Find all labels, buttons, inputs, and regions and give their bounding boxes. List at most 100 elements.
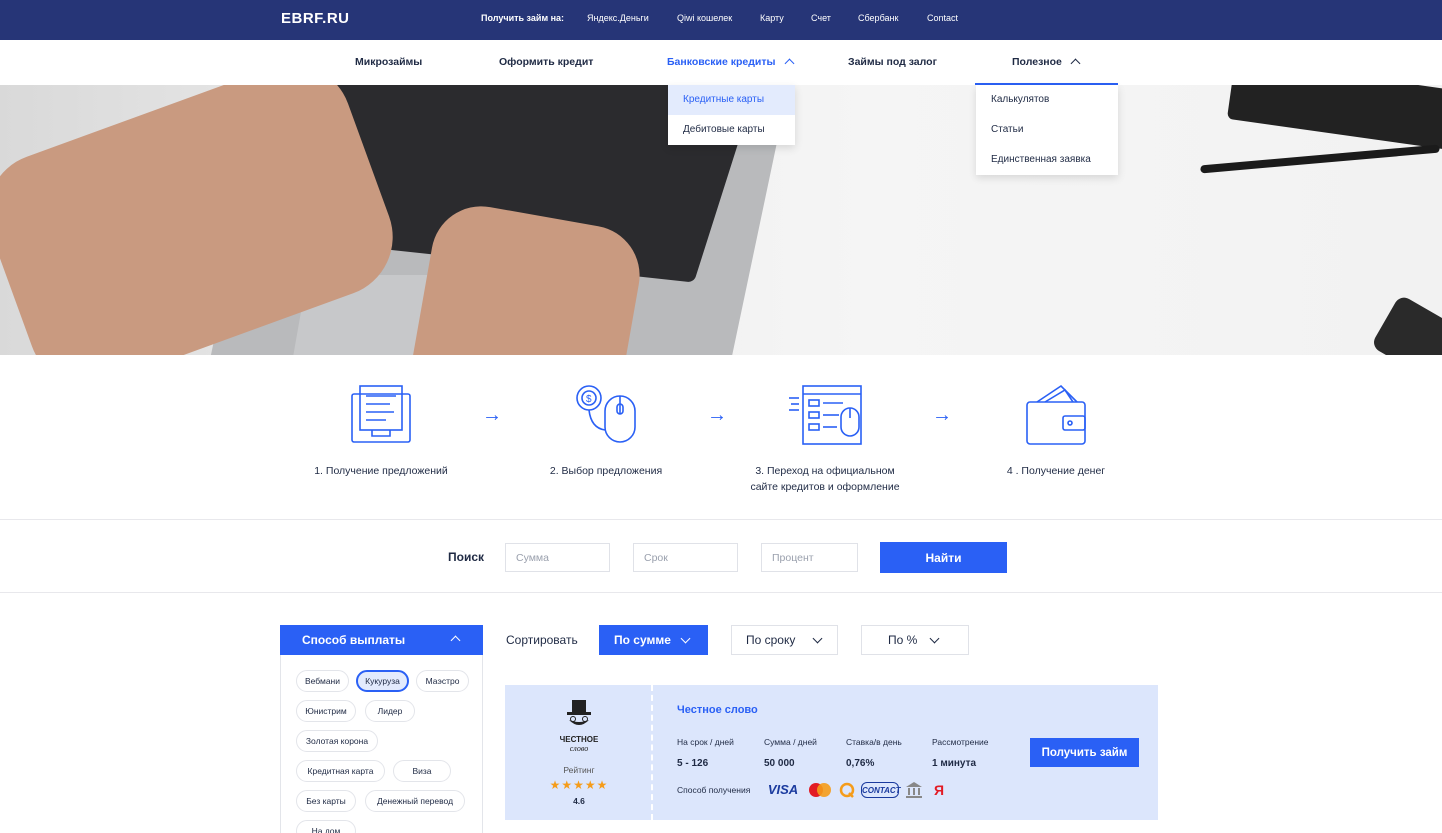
rating-label: Рейтинг — [563, 765, 595, 775]
sort-by-sum-label: По сумме — [614, 633, 671, 647]
chip-webmoney[interactable]: Вебмани — [296, 670, 349, 692]
sort-by-term-label: По сроку — [746, 633, 796, 647]
visa-icon: VISA — [767, 782, 799, 797]
bank-icon — [905, 782, 923, 798]
chevron-down-icon — [812, 633, 823, 644]
step-4-label: 4 . Получение денег — [956, 463, 1156, 479]
chip-money-transfer[interactable]: Денежный перевод — [365, 790, 465, 812]
step-1-label: 1. Получение предложений — [281, 463, 481, 479]
rate-value: 0,76% — [846, 758, 875, 769]
nav-bank-credits[interactable]: Банковские кредиты — [667, 56, 794, 69]
step-3-line2: сайте кредитов и оформление — [750, 481, 900, 493]
arrow-right-icon: → — [932, 404, 952, 426]
page: EBRF.RU Получить займ на: Яндекс.Деньги … — [0, 0, 1442, 833]
payment-method-filter: Вебмани Кукуруза Маэстро Юнистрим Лидер … — [280, 655, 483, 833]
dropdown-item-calculators[interactable]: Калькулятов — [976, 85, 1118, 115]
nav-microloans[interactable]: Микрозаймы — [355, 56, 422, 68]
sort-by-term[interactable]: По сроку — [731, 625, 838, 655]
pen — [1200, 144, 1440, 174]
top-link-yandex[interactable]: Яндекс.Деньги — [587, 13, 649, 23]
top-link-account[interactable]: Счет — [811, 13, 831, 23]
chip-credit-card[interactable]: Кредитная карта — [296, 760, 385, 782]
offer-card: ЧЕСТНОЕ слово Рейтинг ★★★★★ 4.6 Честное … — [505, 685, 1158, 820]
browser-form-icon — [789, 385, 862, 445]
chevron-up-icon — [1070, 58, 1081, 69]
term-value: 5 - 126 — [677, 758, 709, 769]
yandex-money-icon: Я — [933, 782, 945, 798]
get-loan-button[interactable]: Получить займ — [1030, 738, 1139, 767]
wallet-money-icon — [1026, 384, 1086, 445]
chip-leader[interactable]: Лидер — [365, 700, 415, 722]
dropdown-item-debit-cards[interactable]: Дебитовые карты — [668, 115, 795, 145]
chip-kukuruza[interactable]: Кукуруза — [356, 670, 409, 692]
offer-card-brand: ЧЕСТНОЕ слово Рейтинг ★★★★★ 4.6 — [505, 685, 653, 820]
tablet-device — [1226, 85, 1442, 151]
top-hat-icon — [567, 700, 591, 725]
chevron-up-icon — [784, 58, 794, 69]
term-input[interactable] — [633, 543, 738, 572]
dropdown-item-articles[interactable]: Статьи — [976, 115, 1118, 145]
top-link-card[interactable]: Карту — [760, 13, 784, 23]
useful-dropdown: Калькулятов Статьи Единственная заявка — [976, 85, 1118, 175]
chevron-down-icon — [929, 633, 940, 644]
percent-input[interactable] — [761, 543, 858, 572]
dropdown-item-single-application[interactable]: Единственная заявка — [976, 145, 1118, 175]
review-label: Рассмотрение — [932, 737, 989, 747]
chip-visa[interactable]: Виза — [393, 760, 451, 782]
rating-stars: ★★★★★ — [549, 778, 609, 792]
qiwi-icon — [839, 782, 855, 798]
term-label: На срок / дней — [677, 737, 734, 747]
nav-secured-loans[interactable]: Займы под залог — [848, 56, 937, 68]
payment-method-filter-header[interactable]: Способ выплаты — [280, 625, 483, 655]
sort-by-percent[interactable]: По % — [861, 625, 969, 655]
dropdown-item-credit-cards[interactable]: Кредитные карты — [668, 85, 795, 115]
step-4-line1: 4 . Получение денег — [1006, 465, 1106, 477]
step-1-line1: 1. Получение предложений — [314, 465, 448, 477]
chip-no-card[interactable]: Без карты — [296, 790, 356, 812]
sort-label: Сортировать — [506, 633, 578, 647]
nav-useful[interactable]: Полезное — [1012, 56, 1081, 69]
search-label: Поиск — [448, 550, 485, 564]
sort-by-sum[interactable]: По сумме — [599, 625, 708, 655]
nav-apply-credit[interactable]: Оформить кредит — [499, 56, 593, 68]
sum-label: Сумма / дней — [764, 737, 817, 747]
chip-unistream[interactable]: Юнистрим — [296, 700, 356, 722]
nav-useful-label: Полезное — [1012, 56, 1062, 68]
svg-text:$: $ — [586, 394, 592, 405]
contact-icon: CONTACT — [861, 782, 901, 798]
chevron-up-icon — [450, 635, 461, 646]
steps-section: $ → → → 1. Получение предложений 2. Выбо… — [0, 355, 1442, 520]
top-link-sberbank[interactable]: Сбербанк — [858, 13, 898, 23]
sum-value: 50 000 — [764, 758, 795, 769]
step-2-label: 2. Выбор предложения — [506, 463, 706, 479]
step-3-line1: 3. Переход на официальном — [755, 465, 895, 477]
find-button[interactable]: Найти — [880, 542, 1007, 573]
coin-mouse-icon: $ — [576, 385, 636, 443]
arrow-right-icon: → — [482, 404, 502, 426]
mastercard-icon — [807, 782, 833, 798]
chip-home-delivery[interactable]: На дом — [296, 820, 356, 833]
step-2-line1: 2. Выбор предложения — [549, 465, 663, 477]
top-link-contact[interactable]: Contact — [927, 13, 958, 23]
nav-bank-credits-label: Банковские кредиты — [667, 56, 776, 68]
offer-title[interactable]: Честное слово — [677, 704, 758, 716]
payment-methods-label: Способ получения — [677, 785, 751, 795]
step-3-label: 3. Переход на официальном сайте кредитов … — [725, 463, 925, 495]
brand-logo-line1: ЧЕСТНОЕ — [559, 735, 599, 744]
sum-input[interactable] — [505, 543, 610, 572]
rating-value: 4.6 — [573, 796, 585, 806]
main-nav: Микрозаймы Оформить кредит Банковские кр… — [0, 40, 1442, 85]
arrow-right-icon: → — [707, 404, 727, 426]
sort-by-percent-label: По % — [888, 633, 918, 647]
chip-maestro[interactable]: Маэстро — [416, 670, 469, 692]
search-bar: Поиск Найти — [0, 521, 1442, 593]
phone-device — [1370, 294, 1442, 355]
top-link-qiwi[interactable]: Qiwi кошелек — [677, 13, 732, 23]
top-bar: EBRF.RU Получить займ на: Яндекс.Деньги … — [0, 0, 1442, 40]
rate-label: Ставка/в день — [846, 737, 902, 747]
chevron-down-icon — [680, 633, 691, 644]
site-logo[interactable]: EBRF.RU — [281, 10, 350, 27]
bank-credits-dropdown: Кредитные карты Дебитовые карты — [668, 85, 795, 145]
chip-golden-crown[interactable]: Золотая корона — [296, 730, 378, 752]
filter-title: Способ выплаты — [302, 633, 406, 647]
